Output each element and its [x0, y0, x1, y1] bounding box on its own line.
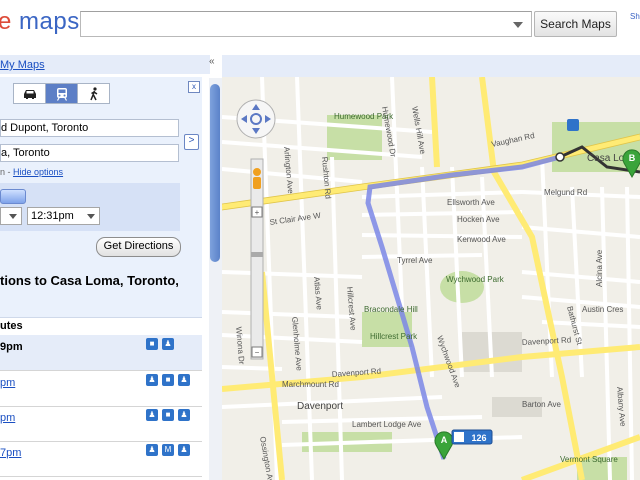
- suggested-routes-label: utes: [0, 320, 23, 332]
- mode-walking[interactable]: [78, 84, 109, 103]
- street-label: Barton Ave: [522, 400, 562, 409]
- start-marker-a[interactable]: A: [434, 431, 454, 461]
- map-canvas[interactable]: + − St Clair Ave W Davenport Rd Davenpor…: [222, 55, 640, 480]
- walk-icon: ♟: [178, 444, 190, 456]
- search-maps-button[interactable]: Search Maps: [534, 11, 617, 37]
- svg-text:−: −: [255, 348, 260, 357]
- route-time[interactable]: 7pm: [0, 447, 21, 459]
- depart-type-select[interactable]: [0, 189, 26, 204]
- svg-text:A: A: [441, 435, 448, 445]
- street-label: Ossington Ave: [258, 436, 276, 480]
- route-option-1[interactable]: 9pm ■ ♟: [0, 335, 202, 371]
- street-label: Ellsworth Ave: [447, 198, 495, 207]
- options-prefix: n -: [0, 167, 14, 177]
- scrollbar-thumb[interactable]: [210, 84, 220, 262]
- date-select[interactable]: [0, 207, 22, 225]
- time-value: 12:31pm: [31, 210, 74, 222]
- heading-line-1: tions to Casa Loma, Toronto,: [0, 273, 179, 288]
- mode-transit[interactable]: [46, 84, 78, 103]
- place-label: Humewood Park: [334, 112, 394, 121]
- search-dropdown-icon[interactable]: [513, 22, 523, 28]
- street-label: Austin Cres: [582, 305, 623, 314]
- map-svg[interactable]: + − St Clair Ave W Davenport Rd Davenpor…: [222, 77, 640, 480]
- mode-driving[interactable]: [14, 84, 46, 103]
- reverse-directions-icon[interactable]: >: [184, 134, 199, 150]
- street-label: Hillcrest Ave: [345, 286, 358, 331]
- route-time: 9pm: [0, 341, 23, 353]
- train-icon: [56, 87, 67, 101]
- place-label: Vermont Square: [560, 455, 618, 464]
- place-label: Wychwood Park: [446, 275, 505, 284]
- panel-top-bar: My Maps: [0, 55, 210, 74]
- bus-icon: ■: [146, 338, 158, 350]
- svg-text:126: 126: [471, 433, 486, 443]
- pan-control[interactable]: [236, 99, 276, 139]
- bus-icon: ■: [162, 374, 174, 386]
- start-address-field[interactable]: d Dupont, Toronto: [0, 119, 179, 137]
- search-input[interactable]: [80, 11, 532, 37]
- my-maps-link[interactable]: My Maps: [0, 59, 45, 71]
- street-label: Lambert Lodge Ave: [352, 420, 422, 429]
- street-label: Albany Ave: [615, 386, 627, 427]
- pegman-icon[interactable]: [253, 168, 261, 189]
- walk-icon: ♟: [146, 444, 158, 456]
- car-icon: [23, 89, 36, 99]
- directions-panel: My Maps x d Dupont, Toronto a, Toronto >…: [0, 55, 210, 480]
- subway-icon: M: [162, 444, 174, 456]
- place-label: Hillcrest Park: [370, 332, 418, 341]
- route-time[interactable]: pm: [0, 377, 15, 389]
- top-right-link[interactable]: Sh: [630, 12, 640, 21]
- street-label: St Clair Ave W: [269, 211, 322, 227]
- collapse-panel-icon[interactable]: «: [209, 56, 221, 74]
- hide-options-link[interactable]: Hide options: [13, 167, 63, 177]
- end-address-field[interactable]: a, Toronto: [0, 144, 179, 162]
- street-label: Melgund Rd: [544, 188, 587, 197]
- street-label: Winona Dr: [234, 326, 246, 365]
- street-label: Glenholme Ave: [290, 316, 304, 371]
- directions-heading: tions to Casa Loma, Toronto,: [0, 272, 205, 290]
- svg-text:+: +: [255, 208, 260, 217]
- svg-text:B: B: [629, 153, 636, 163]
- walk-icon: [89, 86, 97, 100]
- route-option-4[interactable]: 7pm ♟ M ♟: [0, 441, 202, 477]
- place-label: Davenport: [297, 401, 343, 412]
- logo-maps: maps: [19, 8, 80, 35]
- street-label: Davenport Rd: [522, 335, 572, 347]
- walk-icon: ♟: [146, 374, 158, 386]
- options-row: n - Hide options: [0, 167, 63, 177]
- bus-icon: ■: [162, 409, 174, 421]
- google-maps-logo[interactable]: e maps: [0, 8, 80, 36]
- walk-icon: ♟: [146, 409, 158, 421]
- map-top-strip: [222, 55, 640, 77]
- route-option-2[interactable]: pm ♟ ■ ♟: [0, 371, 202, 407]
- travel-mode-selector: [13, 83, 110, 104]
- street-label: Alcina Ave: [595, 249, 604, 287]
- chevron-down-icon: [87, 214, 95, 219]
- walk-icon: ♟: [178, 374, 190, 386]
- header: e maps Search Maps Sh: [0, 0, 640, 52]
- street-label: Arlington Ave: [282, 146, 295, 194]
- route-option-3[interactable]: pm ♟ ■ ♟: [0, 406, 202, 442]
- logo-partial: e: [0, 8, 12, 35]
- close-icon[interactable]: x: [188, 81, 200, 93]
- transit-stop-icon[interactable]: [567, 119, 579, 131]
- bus-route-badge[interactable]: 126: [451, 429, 493, 445]
- street-label: Vaughan Rd: [491, 131, 536, 149]
- get-directions-button[interactable]: Get Directions: [96, 237, 181, 257]
- street-label: Atlas Ave: [312, 276, 324, 310]
- street-label: Marchmount Rd: [282, 380, 339, 389]
- time-select[interactable]: 12:31pm: [27, 207, 100, 225]
- street-label: Hocken Ave: [457, 215, 500, 224]
- place-label: Bracondale Hill: [364, 305, 418, 314]
- walk-icon: ♟: [162, 338, 174, 350]
- street-label: Tyrrel Ave: [397, 256, 433, 265]
- street-label: Kenwood Ave: [457, 235, 506, 244]
- panel-scrollbar[interactable]: [209, 78, 222, 480]
- walk-icon: ♟: [178, 409, 190, 421]
- route-time[interactable]: pm: [0, 412, 15, 424]
